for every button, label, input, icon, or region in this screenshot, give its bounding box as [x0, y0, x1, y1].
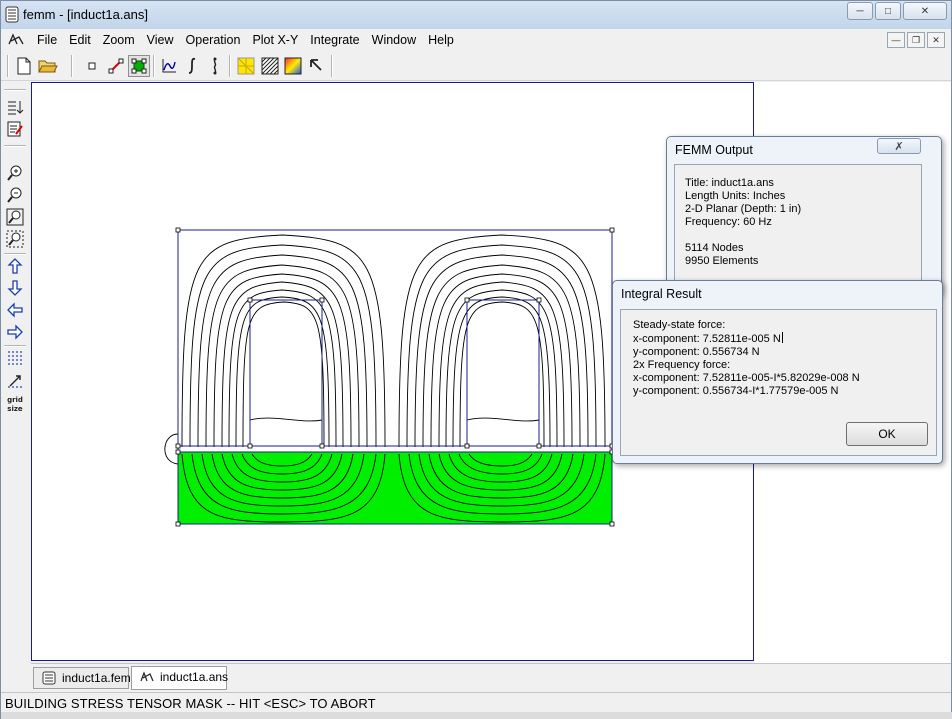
- close-button[interactable]: ✕: [903, 2, 947, 20]
- tab-induct1a-fem[interactable]: induct1a.fem: [33, 667, 131, 689]
- zoom-natural-icon[interactable]: [5, 207, 25, 227]
- show-grid-icon[interactable]: [5, 348, 25, 368]
- block-mode-icon[interactable]: [128, 55, 150, 77]
- menu-plot-x-y[interactable]: Plot X-Y: [246, 33, 304, 47]
- integrate-icon[interactable]: [181, 55, 203, 77]
- output-text: Title: induct1a.ans Length Units: Inches…: [674, 164, 922, 294]
- toolbar-grip: [7, 55, 9, 77]
- femm-result-icon: [140, 671, 154, 682]
- text-cursor: [781, 332, 783, 343]
- toolbar-separator: [4, 253, 26, 255]
- toolbar-separator: [4, 145, 26, 147]
- show-mesh-icon[interactable]: [235, 55, 257, 77]
- menu-bar: File Edit Zoom View Operation Plot X-Y Integra…: [1, 29, 951, 51]
- pan-down-icon[interactable]: [5, 278, 25, 298]
- app-window: femm - [induct1a.ans] ─ □ ✕ File Edit Zoom…: [0, 0, 952, 719]
- sort-list-icon[interactable]: [5, 97, 25, 117]
- result-line: Steady-state force:: [633, 319, 726, 331]
- mdi-close-button[interactable]: ✕: [927, 32, 945, 48]
- line-integral-icon[interactable]: [204, 55, 226, 77]
- select-arrow-icon[interactable]: [305, 55, 327, 77]
- output-line: Length Units: Inches: [685, 190, 786, 202]
- toolbar-separator: [71, 55, 73, 77]
- title-bar[interactable]: femm - [induct1a.ans] ─ □ ✕: [1, 1, 951, 29]
- output-line: 9950 Elements: [685, 255, 759, 267]
- new-file-icon[interactable]: [13, 55, 35, 77]
- output-line: 2-D Planar (Depth: 1 in): [685, 203, 802, 215]
- left-toolbar: grid size: [1, 83, 29, 663]
- hatch-region-icon[interactable]: [259, 55, 281, 77]
- pan-up-icon[interactable]: [5, 256, 25, 276]
- edit-properties-icon[interactable]: [5, 119, 25, 139]
- integral-result-dialog: Integral Result Steady-state force: x-co…: [612, 280, 943, 464]
- minimize-button[interactable]: ─: [847, 2, 873, 20]
- toolbar-separator: [4, 345, 26, 347]
- pan-left-icon[interactable]: [5, 300, 25, 320]
- result-line: x-component: 7.52811e-005-I*5.82029e-008…: [633, 372, 860, 384]
- snap-grid-icon[interactable]: [5, 371, 25, 391]
- document-system-icon[interactable]: [7, 32, 25, 48]
- status-bar: BUILDING STRESS TENSOR MASK -- HIT <ESC>…: [1, 692, 951, 712]
- output-line: 5114 Nodes: [685, 242, 744, 254]
- zoom-in-icon[interactable]: [5, 163, 25, 183]
- femm-output-dialog: FEMM Output ✗ Title: induct1a.ans Length…: [666, 136, 942, 296]
- output-line: Frequency: 60 Hz: [685, 216, 772, 228]
- svg-text:size: size: [7, 405, 23, 413]
- main-toolbar: [1, 52, 951, 81]
- zoom-out-icon[interactable]: [5, 185, 25, 205]
- window-title: femm - [induct1a.ans]: [23, 7, 148, 22]
- result-line: y-component: 0.556734-I*1.77579e-005 N: [633, 385, 839, 397]
- dialog-title: Integral Result: [621, 287, 702, 301]
- grid-size-icon[interactable]: grid size: [5, 393, 25, 415]
- menu-view[interactable]: View: [141, 33, 180, 47]
- toolbar-separator: [153, 55, 155, 77]
- menu-zoom[interactable]: Zoom: [97, 33, 141, 47]
- open-folder-icon[interactable]: [37, 55, 59, 77]
- zoom-window-icon[interactable]: [5, 229, 25, 249]
- mdi-minimize-button[interactable]: —: [887, 32, 905, 48]
- menu-edit[interactable]: Edit: [63, 33, 97, 47]
- svg-text:grid: grid: [7, 396, 23, 404]
- status-text: BUILDING STRESS TENSOR MASK -- HIT <ESC>…: [5, 696, 376, 711]
- menu-operation[interactable]: Operation: [180, 33, 247, 47]
- output-line: Title: induct1a.ans: [685, 177, 774, 189]
- node-mode-icon[interactable]: [81, 55, 103, 77]
- toolbar-separator: [331, 55, 333, 77]
- menu-integrate[interactable]: Integrate: [304, 33, 365, 47]
- dialog-title: FEMM Output: [675, 143, 753, 157]
- close-icon[interactable]: ✗: [877, 138, 921, 154]
- menu-window[interactable]: Window: [366, 33, 422, 47]
- document-tabs: induct1a.fem induct1a.ans: [31, 663, 951, 691]
- toolbar-grip: [4, 89, 26, 91]
- segment-mode-icon[interactable]: [105, 55, 127, 77]
- tab-label: induct1a.fem: [62, 671, 131, 685]
- result-line: y-component: 0.556734 N: [633, 346, 760, 358]
- ok-button[interactable]: OK: [846, 422, 928, 446]
- background-strip: [1, 712, 952, 719]
- femm-document-icon: [42, 671, 56, 685]
- selected-block-region: [178, 452, 612, 524]
- plot-xy-icon[interactable]: [158, 55, 180, 77]
- toolbar-separator: [229, 55, 231, 77]
- pan-right-icon[interactable]: [5, 322, 25, 342]
- menu-file[interactable]: File: [31, 33, 63, 47]
- result-line: 2x Frequency force:: [633, 359, 731, 371]
- mdi-restore-button[interactable]: ❐: [907, 32, 925, 48]
- femm-app-icon: [5, 6, 19, 23]
- density-plot-icon[interactable]: [282, 55, 304, 77]
- menu-help[interactable]: Help: [422, 33, 460, 47]
- result-line: x-component: 7.52811e-005 N: [633, 332, 783, 345]
- tab-induct1a-ans[interactable]: induct1a.ans: [131, 666, 229, 690]
- maximize-button[interactable]: □: [875, 2, 901, 20]
- tab-label: induct1a.ans: [160, 670, 229, 684]
